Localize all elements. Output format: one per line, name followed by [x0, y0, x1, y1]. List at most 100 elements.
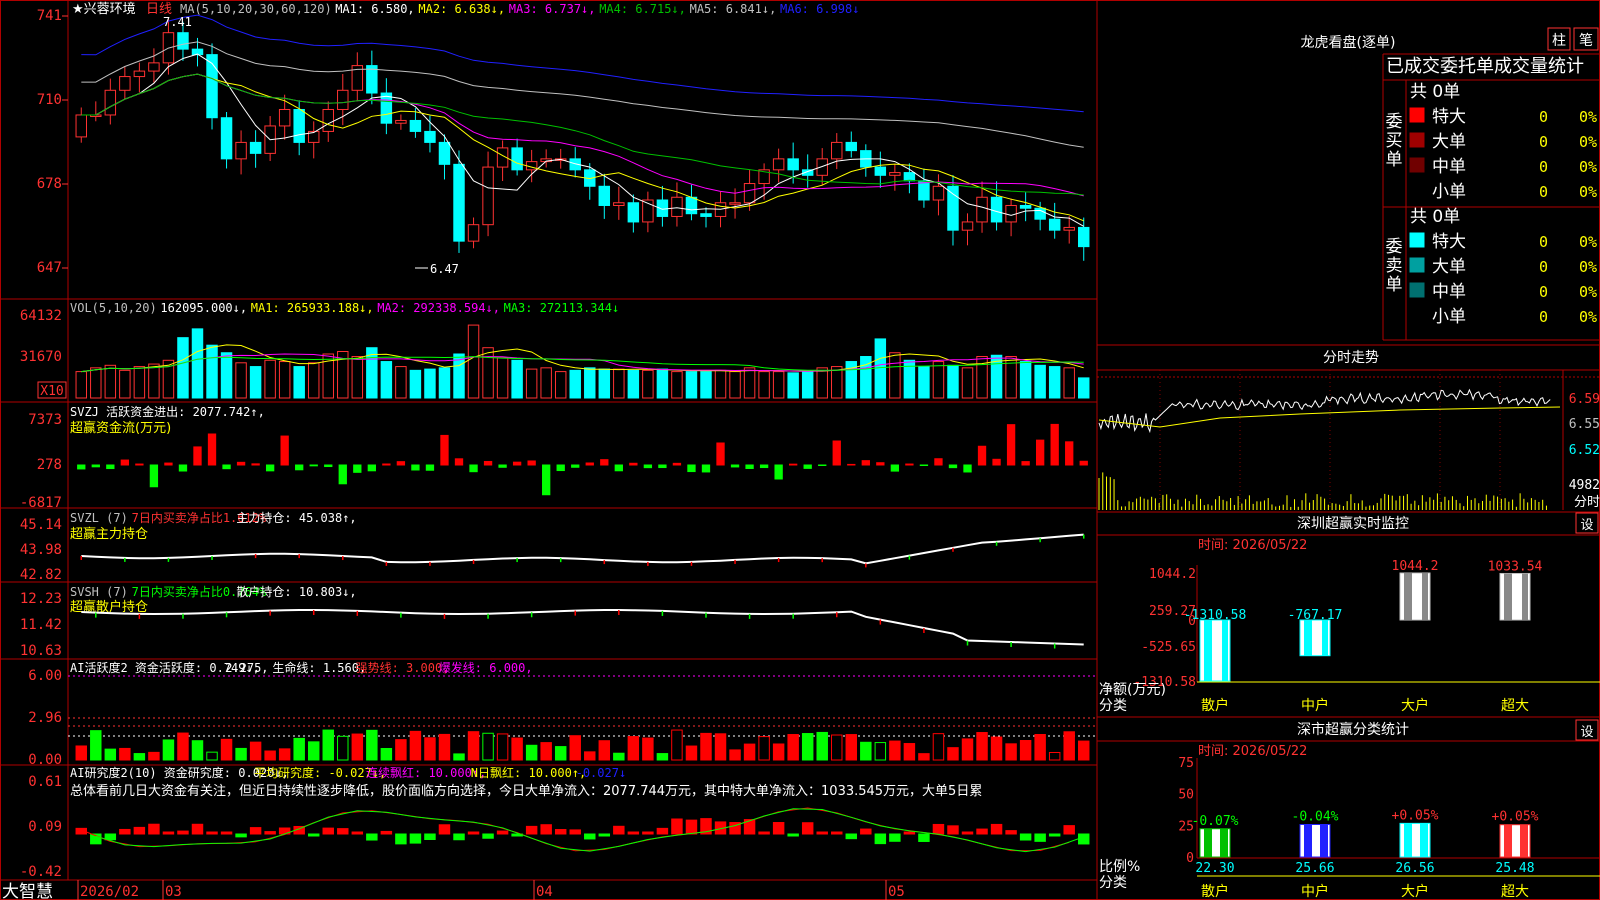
- research-bar: [1063, 825, 1075, 835]
- buy-swatch: [1409, 157, 1425, 173]
- activity-bar: [845, 734, 858, 761]
- monitor-xlabel: 分类: [1099, 698, 1127, 714]
- activity-bar: [235, 747, 247, 761]
- buy-row-pct: 0%: [1579, 133, 1597, 151]
- monitor-bar-shade: [1322, 620, 1328, 656]
- research-bar: [1048, 833, 1061, 837]
- volume-bar: [220, 352, 233, 399]
- activity-bar: [729, 749, 741, 761]
- class-tick: 75: [1178, 756, 1194, 771]
- research-bar: [119, 828, 131, 835]
- activity-bar: [874, 742, 887, 761]
- activity-bar: [90, 730, 102, 761]
- research-bar: [540, 824, 552, 835]
- fund-flow-bar: [876, 462, 885, 466]
- research-bar: [554, 829, 567, 835]
- date-label: 2026/02: [80, 884, 139, 900]
- activity-bar: [351, 733, 364, 761]
- ma6-line: [81, 14, 1084, 113]
- sell-swatch: [1409, 232, 1425, 248]
- volume-bar: [467, 324, 480, 399]
- ai1-tick: 2.96: [28, 710, 62, 726]
- volume-bar: [75, 371, 87, 399]
- svsh-header-item: 散户持仓: 10.803↓,: [236, 584, 356, 599]
- candle: [671, 196, 683, 217]
- candle: [453, 163, 465, 242]
- volume-bar: [1034, 364, 1046, 399]
- activity-bar: [584, 751, 596, 761]
- volume-bar: [627, 369, 640, 399]
- intraday-vol-tick: 4982: [1569, 478, 1600, 493]
- class-category: 散户: [1201, 883, 1229, 900]
- activity-bar: [511, 737, 523, 761]
- activity-bar: [569, 735, 581, 761]
- fund-flow-bar: [149, 464, 159, 488]
- research-bar: [322, 827, 334, 835]
- fund-flow-bar: [774, 464, 783, 480]
- fund-flow-bar: [701, 464, 711, 473]
- fund-flow-bar: [948, 464, 958, 469]
- chart-canvas: 741710678647★兴蓉环境 日线 MA(5,10,20,30,60,120)…: [0, 0, 1600, 900]
- column-view-label[interactable]: 柱: [1552, 33, 1566, 49]
- vol-header-item: 162095.000↓,: [160, 301, 247, 315]
- volume-bar: [1019, 361, 1032, 399]
- class-bar-shade: [1320, 824, 1328, 857]
- research-bar: [366, 833, 378, 841]
- svzj-tick: 7373: [28, 412, 62, 428]
- fund-flow-bar: [992, 458, 1001, 466]
- tick-view-label[interactable]: 笔: [1579, 33, 1593, 49]
- fund-flow-bar: [440, 434, 449, 466]
- volume-bar: [831, 366, 843, 399]
- activity-bar: [772, 743, 785, 761]
- volume-bar: [554, 371, 567, 399]
- activity-bar: [554, 746, 567, 761]
- activity-bar: [424, 737, 436, 761]
- candle: [278, 108, 291, 127]
- lhb-title: 龙虎看盘(逐单): [1301, 34, 1396, 51]
- activity-bar: [133, 753, 146, 761]
- volume-bar: [496, 357, 509, 399]
- retail-holding-line: [81, 609, 1084, 646]
- sell-row-label: 小单: [1432, 307, 1466, 327]
- candle: [104, 89, 117, 116]
- research-bar: [845, 833, 858, 840]
- buy-row-count: 0: [1539, 158, 1548, 176]
- fund-flow-bar: [411, 464, 420, 471]
- fund-flow-bar: [730, 464, 740, 468]
- monitor-value: 1033.54: [1488, 559, 1543, 574]
- price-tick: 678: [37, 176, 62, 192]
- class-change: -0.07%: [1192, 814, 1239, 829]
- ai1-header-item: 生命线: 1.560,: [272, 660, 366, 675]
- activity-bar: [889, 740, 901, 761]
- svsh-header-item: SVSH (7): [70, 585, 128, 599]
- research-bar: [249, 827, 262, 835]
- research-bar: [395, 833, 407, 845]
- date-label: 04: [536, 884, 553, 900]
- class-bar-shade: [1304, 824, 1312, 857]
- volume-bar: [889, 352, 901, 399]
- candle: [148, 62, 160, 72]
- class-xlabel: 分类: [1099, 875, 1127, 891]
- research-bar: [1034, 833, 1046, 842]
- low-annotation: 6.47: [430, 262, 459, 276]
- candle: [322, 108, 334, 132]
- candle: [932, 185, 945, 201]
- svsh-tick: 12.23: [20, 591, 62, 607]
- volume-bar: [395, 366, 407, 399]
- research-bar: [177, 830, 189, 835]
- activity-bar: [1019, 740, 1032, 761]
- class-settings-label[interactable]: 设: [1580, 725, 1593, 740]
- volume-bar: [148, 363, 160, 399]
- activity-bar: [482, 732, 494, 761]
- fund-flow-bar: [1050, 423, 1059, 466]
- volume-bar: [409, 369, 422, 399]
- volume-bar: [540, 367, 552, 399]
- activity-bar: [990, 736, 1003, 761]
- research-bar: [627, 831, 640, 835]
- activity-bar: [700, 732, 712, 761]
- activity-bar: [293, 737, 305, 761]
- activity-bar: [540, 742, 552, 761]
- activity-bar: [525, 744, 538, 761]
- fund-flow-bar: [789, 463, 798, 466]
- monitor-settings-label[interactable]: 设: [1580, 518, 1593, 533]
